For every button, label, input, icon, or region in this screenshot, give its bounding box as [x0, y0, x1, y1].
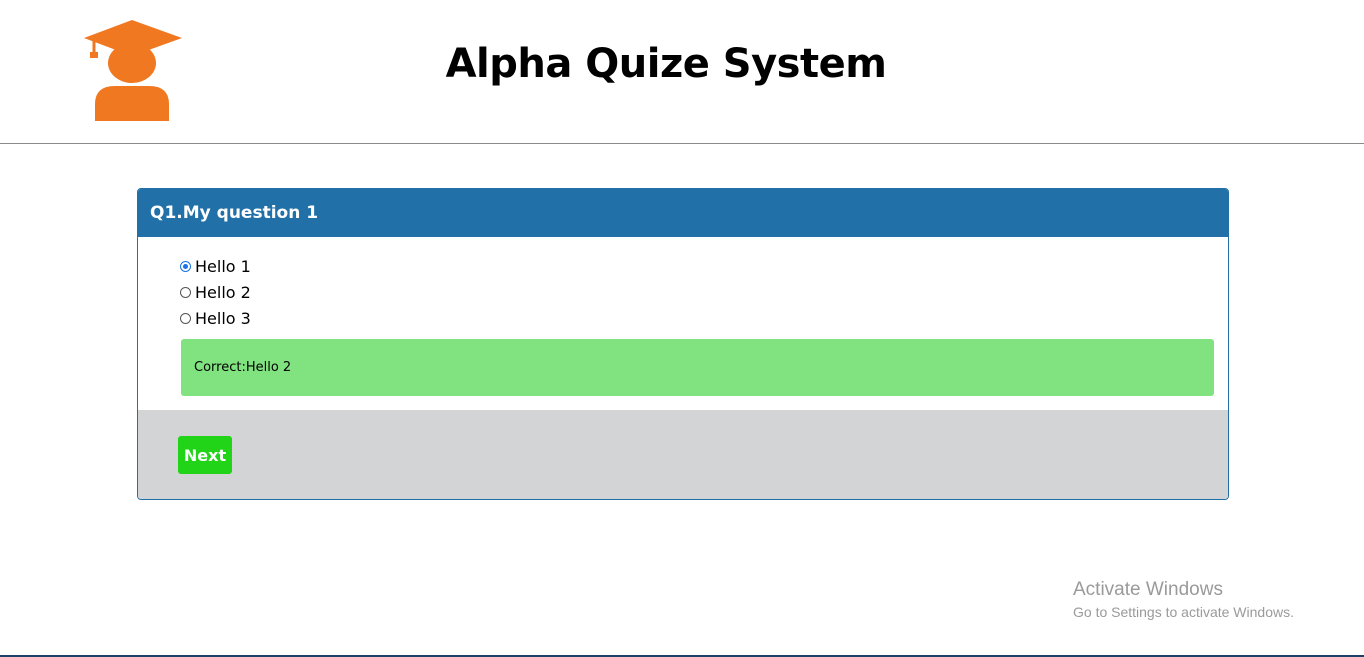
- answer-option-label: Hello 3: [195, 308, 251, 328]
- answer-option-label: Hello 2: [195, 282, 251, 302]
- top-header: Alpha Quize System: [0, 0, 1364, 144]
- radio-button-selected[interactable]: [180, 260, 191, 272]
- activate-windows-watermark: Activate Windows Go to Settings to activ…: [1073, 578, 1294, 622]
- next-button[interactable]: Next: [178, 436, 232, 474]
- answer-option-3[interactable]: Hello 3: [180, 305, 251, 331]
- question-card: Q1.My question 1 Hello 1 Hello 2 Hello 3…: [137, 188, 1229, 500]
- answer-option-2[interactable]: Hello 2: [180, 279, 251, 305]
- radio-button[interactable]: [180, 286, 191, 298]
- correct-answer-alert: Correct:Hello 2: [181, 339, 1214, 396]
- answer-option-1[interactable]: Hello 1: [180, 253, 251, 279]
- radio-button[interactable]: [180, 312, 191, 324]
- page: Alpha Quize System Q1.My question 1 Hell…: [0, 0, 1364, 657]
- question-body: Hello 1 Hello 2 Hello 3 Correct:Hello 2: [138, 237, 1228, 410]
- answer-options: Hello 1 Hello 2 Hello 3: [180, 253, 251, 331]
- watermark-title: Activate Windows: [1073, 579, 1223, 600]
- card-footer: Next: [138, 410, 1228, 499]
- question-title: Q1.My question 1: [138, 189, 1228, 237]
- page-title: Alpha Quize System: [445, 41, 887, 87]
- watermark-subtitle: Go to Settings to activate Windows.: [1073, 604, 1294, 620]
- answer-option-label: Hello 1: [195, 256, 251, 276]
